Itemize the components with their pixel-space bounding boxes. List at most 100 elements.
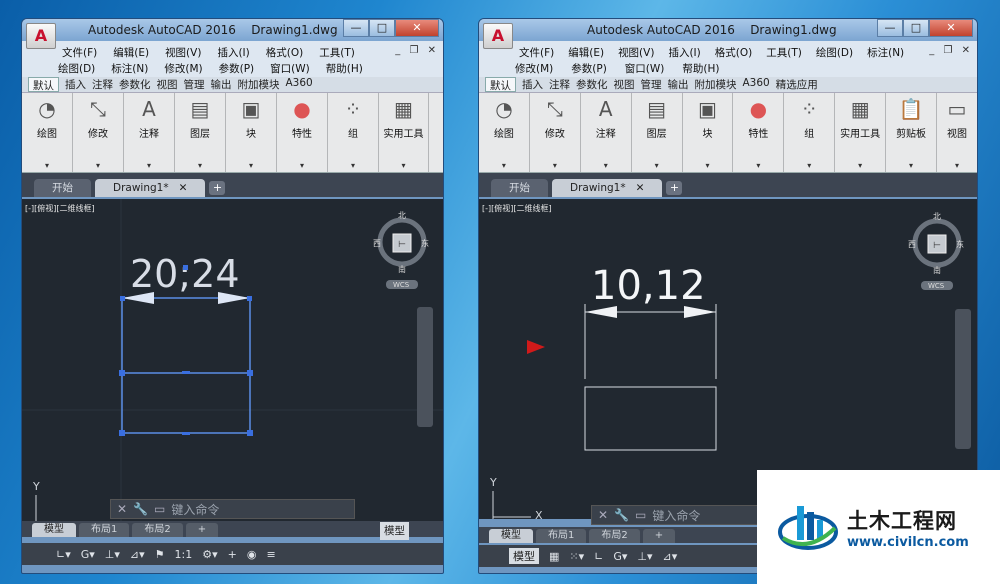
panel-block[interactable]: ▣ 块 ▾	[683, 93, 734, 172]
close-tab-icon[interactable]: ✕	[636, 182, 645, 194]
add-layout-button[interactable]: +	[185, 523, 219, 537]
ribbon-tab-output[interactable]: 输出	[211, 77, 232, 92]
panel-properties[interactable]: ● 特性 ▾	[277, 93, 328, 172]
dimension-text[interactable]: 10,12	[591, 263, 706, 309]
panel-group[interactable]: ⁘ 组 ▾	[784, 93, 836, 172]
menu-parametric[interactable]: 参数(P)	[571, 61, 607, 77]
wrench-icon[interactable]: 🔧	[133, 502, 148, 516]
ribbon-tab-annotate[interactable]: 注释	[92, 77, 113, 92]
polar-icon[interactable]: G▾	[613, 550, 627, 563]
application-menu-button[interactable]: A	[483, 23, 513, 49]
minimize-button[interactable]: —	[343, 19, 369, 37]
menu-view[interactable]: 视图(V)	[165, 45, 201, 61]
new-tab-button[interactable]: +	[666, 181, 683, 195]
isodraft-icon[interactable]: ⊿▾	[663, 550, 678, 563]
panel-annotate[interactable]: A 注释 ▾	[581, 93, 632, 172]
panel-modify[interactable]: ⤡ 修改 ▾	[73, 93, 124, 172]
ortho-icon[interactable]: ∟	[594, 550, 603, 563]
command-prompt-icon[interactable]: ▭	[635, 508, 646, 522]
menu-draw[interactable]: 绘图(D)	[816, 45, 853, 61]
application-menu-button[interactable]: A	[26, 23, 56, 49]
ribbon-tab-parametric[interactable]: 参数化	[576, 77, 608, 92]
annotation-icon[interactable]: ⚑	[155, 548, 165, 561]
panel-block[interactable]: ▣ 块 ▾	[226, 93, 277, 172]
menu-edit[interactable]: 编辑(E)	[568, 45, 604, 61]
scale-value[interactable]: 1:1	[175, 548, 193, 561]
ribbon-tab-a360[interactable]: A360	[286, 77, 313, 92]
new-tab-button[interactable]: +	[209, 181, 226, 195]
panel-view[interactable]: ▭ 视图 ▾	[937, 93, 977, 172]
model-space-button[interactable]: 模型	[509, 548, 539, 564]
dimension-text[interactable]: 20;24	[130, 252, 240, 296]
ribbon-tab-home[interactable]: 默认	[485, 77, 516, 92]
ribbon-tab-manage[interactable]: 管理	[184, 77, 205, 92]
hardware-acceleration-icon[interactable]: ◉	[247, 548, 257, 561]
menu-window[interactable]: 窗口(W)	[625, 61, 665, 77]
wrench-icon[interactable]: 🔧	[614, 508, 629, 522]
panel-utilities[interactable]: ▦ 实用工具 ▾	[379, 93, 429, 172]
panel-layers[interactable]: ▤ 图层 ▾	[632, 93, 683, 172]
layout-tab-2[interactable]: 布局2	[132, 523, 183, 537]
menu-format[interactable]: 格式(O)	[266, 45, 303, 61]
grid-icon[interactable]: ▦	[549, 550, 559, 563]
viewcube[interactable]: ⊢ 北 南 东 西 WCS	[908, 212, 964, 290]
layout-tab-model[interactable]: 模型	[489, 529, 533, 543]
tab-start[interactable]: 开始	[491, 179, 548, 197]
osnap-icon[interactable]: ⊥▾	[105, 548, 120, 561]
ribbon-tab-annotate[interactable]: 注释	[549, 77, 570, 92]
ortho-icon[interactable]: ∟▾	[56, 548, 71, 561]
close-icon[interactable]: ✕	[598, 508, 608, 522]
menu-window[interactable]: 窗口(W)	[270, 61, 310, 77]
plus-icon[interactable]: +	[228, 548, 237, 561]
menu-edit[interactable]: 编辑(E)	[113, 45, 149, 61]
menu-modify[interactable]: 修改(M)	[164, 61, 202, 77]
panel-group[interactable]: ⁘ 组 ▾	[328, 93, 379, 172]
menu-dimension[interactable]: 标注(N)	[111, 61, 148, 77]
menu-dimension[interactable]: 标注(N)	[867, 45, 904, 61]
menu-draw[interactable]: 绘图(D)	[58, 61, 95, 77]
panel-modify[interactable]: ⤡ 修改 ▾	[530, 93, 581, 172]
navigation-bar[interactable]	[417, 307, 433, 427]
tab-drawing1[interactable]: Drawing1* ✕	[95, 179, 206, 197]
layout-tab-1[interactable]: 布局1	[536, 529, 587, 543]
ribbon-tab-insert[interactable]: 插入	[65, 77, 86, 92]
wcs-menu[interactable]: WCS	[928, 282, 945, 290]
layout-tab-2[interactable]: 布局2	[589, 529, 640, 543]
menu-help[interactable]: 帮助(H)	[326, 61, 363, 77]
close-icon[interactable]: ✕	[117, 502, 127, 516]
menu-parametric[interactable]: 参数(P)	[219, 61, 255, 77]
wcs-menu[interactable]: WCS	[393, 281, 410, 289]
panel-annotate[interactable]: A 注释 ▾	[124, 93, 175, 172]
gear-icon[interactable]: ⚙▾	[202, 548, 217, 561]
layout-tab-model[interactable]: 模型	[32, 523, 76, 537]
watermark-url[interactable]: www.civilcn.com	[847, 535, 969, 550]
model-space-button[interactable]: 模型	[380, 522, 409, 540]
viewcube[interactable]: ⊢ 北 南 东 西 WCS	[373, 211, 429, 289]
menu-tools[interactable]: 工具(T)	[766, 45, 802, 61]
add-layout-button[interactable]: +	[642, 529, 676, 543]
drawing-canvas[interactable]: [-][俯视][二维线框] ⊢ 北 南 东 西 WCS 20;24 Y	[22, 199, 443, 534]
menu-help[interactable]: 帮助(H)	[682, 61, 719, 77]
menu-file[interactable]: 文件(F)	[62, 45, 97, 61]
ribbon-tab-a360[interactable]: A360	[743, 77, 770, 92]
layout-tab-1[interactable]: 布局1	[79, 523, 130, 537]
ribbon-tab-output[interactable]: 输出	[668, 77, 689, 92]
menu-view[interactable]: 视图(V)	[618, 45, 654, 61]
ribbon-tab-manage[interactable]: 管理	[641, 77, 662, 92]
selected-rectangle[interactable]	[119, 370, 253, 436]
close-button[interactable]: ✕	[929, 19, 973, 37]
polar-icon[interactable]: G▾	[81, 548, 95, 561]
panel-layers[interactable]: ▤ 图层 ▾	[175, 93, 226, 172]
command-input[interactable]: 键入命令	[652, 507, 700, 524]
mdi-controls[interactable]: _ ❐ ✕	[395, 45, 439, 56]
ribbon-tab-insert[interactable]: 插入	[522, 77, 543, 92]
menu-insert[interactable]: 插入(I)	[668, 45, 700, 61]
panel-properties[interactable]: ● 特性 ▾	[733, 93, 785, 172]
menu-modify[interactable]: 修改(M)	[515, 61, 553, 77]
isodraft-icon[interactable]: ⊿▾	[130, 548, 145, 561]
osnap-icon[interactable]: ⊥▾	[637, 550, 652, 563]
tab-start[interactable]: 开始	[34, 179, 91, 197]
selected-dimension[interactable]: 20;24	[120, 252, 252, 374]
close-tab-icon[interactable]: ✕	[179, 182, 188, 194]
maximize-button[interactable]: □	[903, 19, 929, 37]
